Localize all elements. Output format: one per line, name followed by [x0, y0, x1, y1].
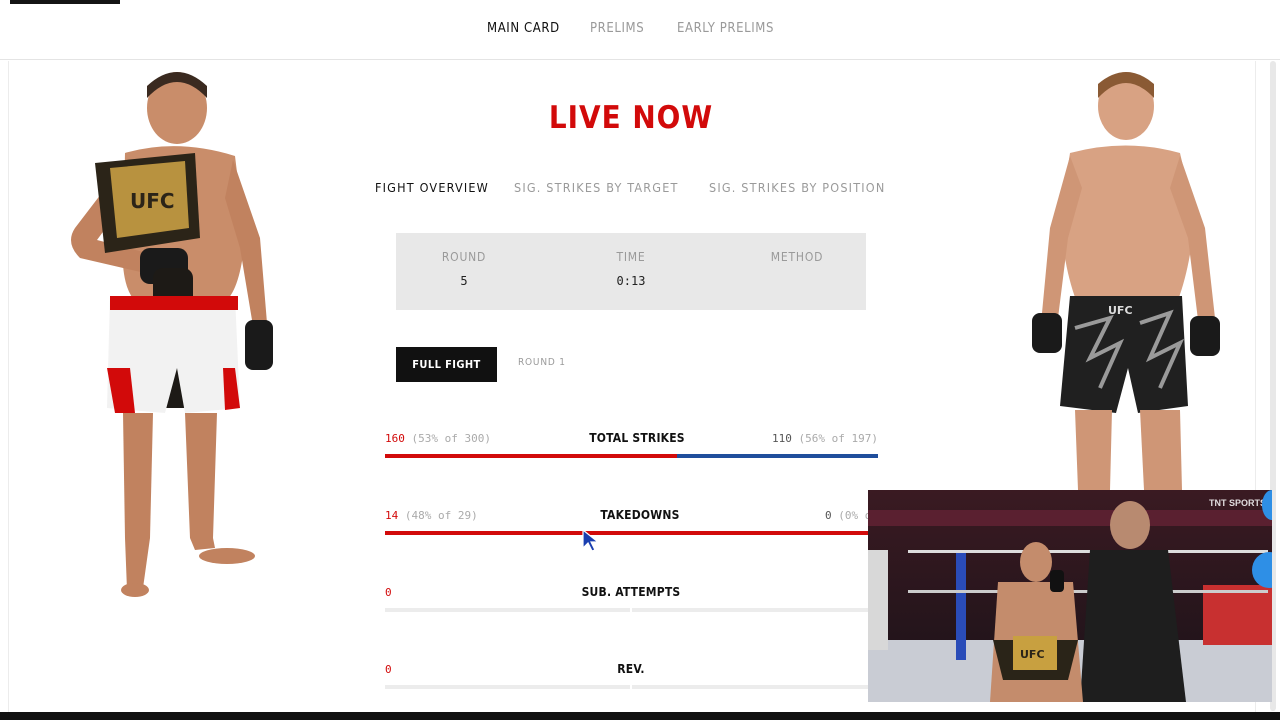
red-corner-fighter-image: UFC [35, 68, 285, 603]
red-stat-number: 14 [385, 509, 399, 522]
tab-sig-strikes-by-position[interactable]: SIG. STRIKES BY POSITION [709, 180, 885, 195]
bar-midpoint [630, 685, 632, 689]
round-1-button[interactable]: ROUND 1 [518, 357, 566, 368]
stat-comparison-bar [385, 454, 878, 458]
method-info: METHOD [727, 250, 867, 274]
bar-midpoint [630, 608, 632, 612]
red-share-fill [385, 531, 878, 535]
red-stat-number: 0 [385, 663, 392, 676]
live-status-heading: LIVE NOW [548, 100, 714, 136]
svg-text:UFC: UFC [130, 189, 175, 213]
stat-row-total-strikes: 160 (53% of 300) TOTAL STRIKES 110 (56% … [385, 431, 878, 472]
red-stat-value: 14 (48% of 29) [385, 509, 478, 522]
mouse-pointer-icon [582, 528, 600, 558]
red-stat-value: 160 (53% of 300) [385, 432, 491, 445]
stat-comparison-bar [385, 685, 878, 689]
broadcaster-badge: TNT SPORTS [1208, 498, 1266, 508]
tab-prelims[interactable]: PRELIMS [590, 21, 644, 36]
tab-sig-strikes-by-target[interactable]: SIG. STRIKES BY TARGET [514, 180, 679, 195]
tab-fight-overview[interactable]: FIGHT OVERVIEW [375, 180, 489, 195]
stat-row-sub-attempts: 0 SUB. ATTEMPTS [385, 585, 878, 626]
stat-row-reversals: 0 REV. [385, 662, 878, 703]
blue-stat-number: 0 [825, 509, 832, 522]
red-stat-detail: (53% of 300) [411, 432, 491, 445]
stat-comparison-bar [385, 608, 878, 612]
round-label: ROUND [441, 250, 487, 264]
card-section-nav: MAIN CARD PRELIMS EARLY PRELIMS [0, 0, 1280, 60]
belt-text: UFC [1020, 648, 1045, 661]
round-value: 5 [460, 274, 468, 288]
fight-info-box: ROUND 5 TIME 0:13 METHOD [396, 233, 866, 310]
tab-main-card[interactable]: MAIN CARD [487, 21, 560, 36]
full-fight-button[interactable]: FULL FIGHT [396, 347, 497, 382]
time-label: TIME [616, 250, 646, 264]
stat-name: REV. [617, 662, 645, 676]
red-stat-number: 0 [385, 586, 392, 599]
blue-stat-number: 110 [772, 432, 792, 445]
blue-share-fill [677, 454, 878, 458]
time-info: TIME 0:13 [561, 250, 701, 288]
stat-name: SUB. ATTEMPTS [581, 585, 681, 599]
method-label: METHOD [770, 250, 824, 264]
svg-text:UFC: UFC [1108, 304, 1133, 317]
red-stat-detail: (48% of 29) [404, 509, 478, 522]
red-stat-value: 0 [385, 586, 392, 599]
blue-corner-fighter-image: UFC [1020, 68, 1235, 490]
tab-early-prelims[interactable]: EARLY PRELIMS [677, 21, 774, 36]
red-stat-number: 160 [385, 432, 405, 445]
red-stat-value: 0 [385, 663, 392, 676]
stat-row-takedowns: 14 (48% of 29) TAKEDOWNS 0 (0% of [385, 508, 878, 549]
stat-name: TOTAL STRIKES [589, 431, 685, 445]
bottom-browser-bar [0, 712, 1280, 720]
video-frame: UFC [868, 490, 1272, 702]
time-value: 0:13 [616, 274, 646, 288]
stat-comparison-bar [385, 531, 878, 535]
blue-stat-detail: (56% of 197) [798, 432, 878, 445]
round-info: ROUND 5 [394, 250, 534, 288]
red-share-fill [385, 454, 678, 458]
stat-name: TAKEDOWNS [600, 508, 680, 522]
blue-stat-value: 110 (56% of 197) [772, 432, 878, 445]
picture-in-picture-video[interactable]: UFC TNT SPORTS [868, 490, 1272, 702]
